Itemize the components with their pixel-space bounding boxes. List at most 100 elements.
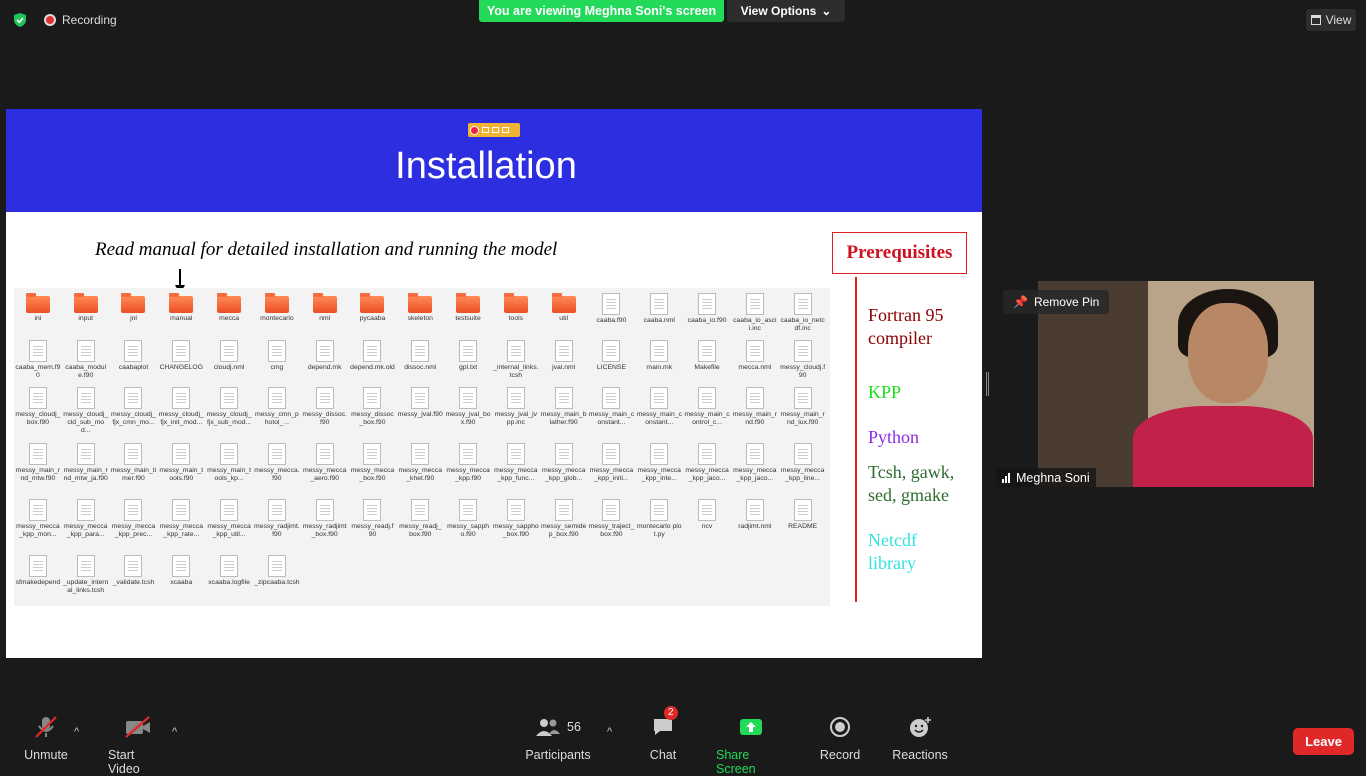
file-item[interactable]: ini [14, 290, 62, 337]
file-item[interactable]: tools [492, 290, 540, 337]
file-item[interactable]: messy_jval.f90 [396, 384, 444, 440]
shield-check-icon[interactable] [12, 12, 28, 28]
file-item[interactable]: messy_cloudj_fjx_init_mod... [157, 384, 205, 440]
file-item[interactable]: caabaplot [110, 337, 158, 384]
file-item[interactable]: _internal_links.tcsh [492, 337, 540, 384]
panel-splitter-handle[interactable] [986, 372, 989, 396]
file-item[interactable]: util [540, 290, 588, 337]
file-item[interactable]: depend.mk [301, 337, 349, 384]
participants-button[interactable]: 56 Participants [525, 712, 591, 762]
file-item[interactable]: caaba_module.f90 [62, 337, 110, 384]
view-options-button[interactable]: View Options ⌄ [727, 0, 845, 22]
file-item[interactable]: messy_mecca_kpp_initi... [588, 440, 636, 496]
file-item[interactable]: messy_main_rnd_lux.f90 [779, 384, 827, 440]
file-item[interactable]: jval.nml [540, 337, 588, 384]
file-item[interactable]: sfmakedepend [14, 552, 62, 608]
file-item[interactable]: jnl [110, 290, 158, 337]
audio-options-caret-icon[interactable]: ^ [74, 726, 79, 738]
file-item[interactable]: _update_internal_links.tcsh [62, 552, 110, 608]
file-item[interactable]: messy_dissoc.f90 [301, 384, 349, 440]
file-item[interactable]: messy_main_rnd.f90 [731, 384, 779, 440]
file-item[interactable]: input [62, 290, 110, 337]
file-item[interactable]: skeleton [396, 290, 444, 337]
file-item[interactable]: gpl.txt [444, 337, 492, 384]
file-item[interactable]: manual [157, 290, 205, 337]
file-item[interactable]: depend.mk.old [349, 337, 397, 384]
file-item[interactable]: caaba.nml [635, 290, 683, 337]
file-item[interactable]: pycaaba [349, 290, 397, 337]
remove-pin-button[interactable]: 📌 Remove Pin [1003, 290, 1110, 314]
file-item[interactable]: CHANGELOG [157, 337, 205, 384]
file-item[interactable]: xcaaba.logfile [205, 552, 253, 608]
file-item[interactable]: Makefile [683, 337, 731, 384]
file-item[interactable]: messy_mecca_kpp_line... [779, 440, 827, 496]
file-item[interactable]: messy_main_rnd_mtw.f90 [14, 440, 62, 496]
record-button[interactable]: Record [820, 712, 860, 762]
file-item[interactable]: messy_jval_jvpp.inc [492, 384, 540, 440]
reactions-button[interactable]: Reactions [892, 712, 948, 762]
leave-button[interactable]: Leave [1293, 728, 1354, 755]
file-item[interactable]: messy_radjimt.f90 [253, 496, 301, 552]
file-item[interactable]: dissoc.nml [396, 337, 444, 384]
file-item[interactable]: messy_main_tools.f90 [157, 440, 205, 496]
file-item[interactable]: messy_cloudj.f90 [779, 337, 827, 384]
file-item[interactable]: _zipcaaba.tcsh [253, 552, 301, 608]
file-item[interactable]: radjimt.nml [731, 496, 779, 552]
file-item[interactable]: nml [301, 290, 349, 337]
file-item[interactable]: messy_mecca_kpp_func... [492, 440, 540, 496]
file-item[interactable]: LICENSE [588, 337, 636, 384]
file-item[interactable]: messy_mecca_kpp_glob... [540, 440, 588, 496]
file-item[interactable]: messy_cmn_photol_... [253, 384, 301, 440]
file-item[interactable]: messy_mecca_box.f90 [349, 440, 397, 496]
file-item[interactable]: caaba_io_ascii.inc [731, 290, 779, 337]
file-item[interactable]: messy_main_rnd_mtw_ja.f90 [62, 440, 110, 496]
chat-button[interactable]: 2 Chat [647, 706, 679, 762]
file-item[interactable]: cloudj.nml [205, 337, 253, 384]
file-item[interactable]: README [779, 496, 827, 552]
file-item[interactable]: messy_mecca_kpp_mon... [14, 496, 62, 552]
file-item[interactable]: ncv [683, 496, 731, 552]
file-item[interactable]: messy_mecca_aero.f90 [301, 440, 349, 496]
file-item[interactable]: mecca.nml [731, 337, 779, 384]
file-item[interactable]: messy_mecca_kpp_util... [205, 496, 253, 552]
file-item[interactable]: caaba_mem.f90 [14, 337, 62, 384]
file-item[interactable]: messy_cloudj_cld_sub_mod... [62, 384, 110, 440]
file-item[interactable]: caaba_io_netcdf.inc [779, 290, 827, 337]
share-screen-button[interactable]: Share Screen [716, 712, 786, 776]
file-item[interactable]: montecarlo plot.py [635, 496, 683, 552]
mini-toolbar[interactable] [468, 123, 520, 137]
file-item[interactable]: messy_jval_box.f90 [444, 384, 492, 440]
file-item[interactable]: caaba.f90 [588, 290, 636, 337]
file-item[interactable]: messy_mecca_kpp_inte... [635, 440, 683, 496]
file-item[interactable]: xcaaba [157, 552, 205, 608]
file-item[interactable]: messy_mecca_kpp_rate... [157, 496, 205, 552]
file-item[interactable]: messy_semidep_box.f90 [540, 496, 588, 552]
start-video-button[interactable]: Start Video [108, 712, 168, 776]
participants-caret-icon[interactable]: ^ [607, 726, 612, 738]
recording-indicator[interactable]: Recording [44, 13, 117, 27]
file-item[interactable]: montecarlo [253, 290, 301, 337]
file-item[interactable]: messy_radjimt_box.f90 [301, 496, 349, 552]
file-item[interactable]: messy_readj.f90 [349, 496, 397, 552]
file-item[interactable]: messy_traject_box.f90 [588, 496, 636, 552]
file-item[interactable]: messy_mecca_kpp.f90 [444, 440, 492, 496]
file-item[interactable]: messy_mecca_kpp_para... [62, 496, 110, 552]
file-item[interactable]: messy_main_control_c... [683, 384, 731, 440]
view-button[interactable]: View [1306, 9, 1356, 31]
file-item[interactable]: caaba_io.f90 [683, 290, 731, 337]
video-options-caret-icon[interactable]: ^ [172, 726, 177, 738]
file-item[interactable]: messy_main_constant... [635, 384, 683, 440]
file-item[interactable]: messy_sappho_box.f90 [492, 496, 540, 552]
file-item[interactable]: cmg [253, 337, 301, 384]
file-item[interactable]: messy_cloudj_fjx_sub_mod... [205, 384, 253, 440]
file-item[interactable]: messy_mecca.f90 [253, 440, 301, 496]
file-item[interactable]: messy_mecca_kpp_jaco... [683, 440, 731, 496]
file-item[interactable]: testsuite [444, 290, 492, 337]
file-item[interactable]: messy_main_timer.f90 [110, 440, 158, 496]
file-item[interactable]: messy_main_blather.f90 [540, 384, 588, 440]
file-item[interactable]: messy_main_constant... [588, 384, 636, 440]
file-item[interactable]: messy_readj_box.f90 [396, 496, 444, 552]
file-item[interactable]: messy_mecca_khet.f90 [396, 440, 444, 496]
file-item[interactable]: messy_cloudj_box.f90 [14, 384, 62, 440]
file-item[interactable]: messy_mecca_kpp_jaco... [731, 440, 779, 496]
